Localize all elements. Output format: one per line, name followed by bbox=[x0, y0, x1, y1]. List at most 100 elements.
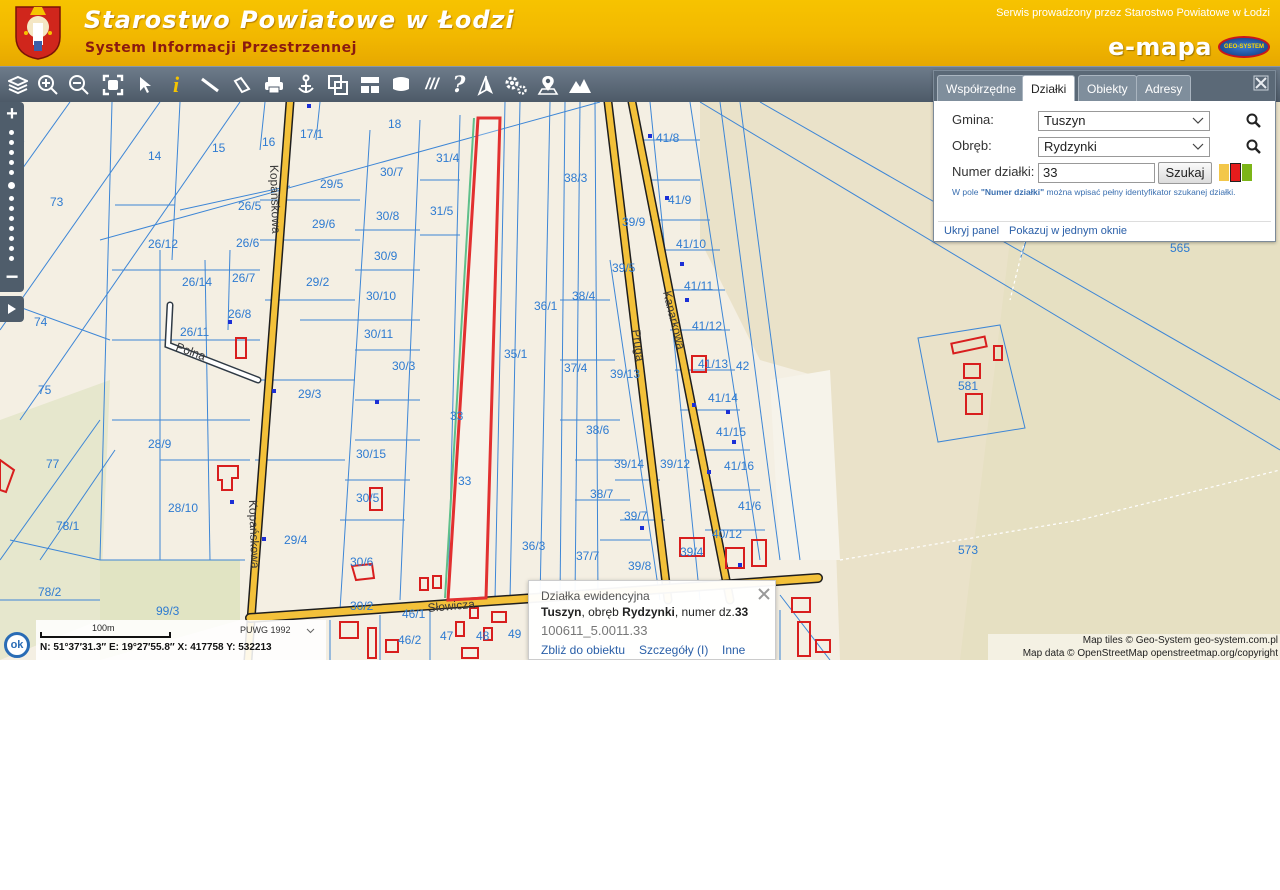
tab-obiekty[interactable]: Obiekty bbox=[1078, 75, 1137, 101]
gmina-search-icon[interactable] bbox=[1246, 113, 1262, 129]
svg-text:41/16: 41/16 bbox=[724, 459, 754, 473]
hatch-icon[interactable]: /// bbox=[420, 72, 444, 98]
svg-text:78/1: 78/1 bbox=[56, 519, 80, 533]
chevron-down-icon bbox=[1192, 117, 1204, 124]
zoom-level-dot[interactable] bbox=[9, 170, 14, 175]
svg-text:573: 573 bbox=[958, 543, 978, 557]
obreb-select[interactable]: Rydzynki bbox=[1038, 137, 1210, 157]
zoom-level-dot[interactable] bbox=[9, 206, 14, 211]
highlight-color-yellow[interactable] bbox=[1219, 164, 1229, 181]
zoom-level-dot[interactable] bbox=[9, 150, 14, 155]
shape-icon[interactable] bbox=[389, 72, 413, 98]
highlight-color-red[interactable] bbox=[1230, 163, 1241, 182]
crs-select[interactable]: PUWG 1992 bbox=[240, 625, 291, 635]
svg-text:33: 33 bbox=[458, 474, 472, 488]
other-link[interactable]: Inne bbox=[722, 643, 745, 657]
scale-and-coordinates: 100m PUWG 1992 N: 51°37′31.3″ E: 19°27′5… bbox=[36, 620, 326, 660]
numer-dzialki-input[interactable]: 33 bbox=[1038, 163, 1155, 183]
tab-wspolrzedne[interactable]: Współrzędne bbox=[937, 75, 1026, 101]
zoom-in-icon[interactable] bbox=[36, 72, 60, 98]
measure-distance-icon[interactable] bbox=[198, 72, 222, 98]
highlight-color-green[interactable] bbox=[1242, 164, 1252, 181]
layout-icon[interactable] bbox=[358, 72, 382, 98]
zoom-level-dot[interactable] bbox=[9, 160, 14, 165]
terrain-icon[interactable] bbox=[568, 72, 592, 98]
tab-adresy[interactable]: Adresy bbox=[1136, 75, 1192, 101]
zoom-in-button[interactable]: + bbox=[2, 104, 22, 125]
svg-text:74: 74 bbox=[34, 315, 48, 329]
copy-icon[interactable] bbox=[326, 72, 350, 98]
expand-panel-button[interactable] bbox=[0, 296, 24, 322]
zoom-level-dot[interactable] bbox=[9, 226, 14, 231]
svg-text:565: 565 bbox=[1170, 241, 1190, 255]
zoom-level-dot[interactable] bbox=[9, 216, 14, 221]
measure-area-icon[interactable] bbox=[230, 72, 254, 98]
tiles-attribution[interactable]: Map tiles © Geo-System geo-system.com.pl bbox=[988, 634, 1278, 647]
zoom-level-dot[interactable] bbox=[9, 246, 14, 251]
svg-text:49: 49 bbox=[508, 627, 522, 641]
zoom-level-dot[interactable] bbox=[9, 196, 14, 201]
obreb-search-icon[interactable] bbox=[1246, 139, 1262, 155]
zoom-control: + − bbox=[0, 102, 24, 292]
marker-icon[interactable] bbox=[536, 72, 560, 98]
emapa-brand-text: e-mapa bbox=[1108, 33, 1212, 61]
svg-text:26/11: 26/11 bbox=[180, 325, 209, 339]
svg-text:581: 581 bbox=[958, 379, 978, 393]
anchor-icon[interactable] bbox=[294, 72, 318, 98]
close-icon[interactable] bbox=[1253, 75, 1269, 91]
zoom-out-button[interactable]: − bbox=[2, 266, 22, 289]
obreb-select-value: Rydzynki bbox=[1044, 139, 1097, 154]
chevron-down-icon[interactable] bbox=[306, 626, 315, 635]
single-window-link[interactable]: Pokazuj w jednym oknie bbox=[1009, 225, 1127, 237]
hide-panel-link[interactable]: Ukryj panel bbox=[944, 225, 999, 237]
popup-sep2: , numer dz. bbox=[674, 605, 735, 619]
zoom-extent-icon[interactable] bbox=[101, 72, 125, 98]
settings-icon[interactable] bbox=[504, 72, 528, 98]
svg-text:47: 47 bbox=[440, 629, 454, 643]
layers-icon[interactable] bbox=[6, 72, 30, 98]
svg-text:30/3: 30/3 bbox=[392, 359, 416, 373]
ok-button[interactable]: ok bbox=[4, 632, 30, 658]
svg-text:36/3: 36/3 bbox=[522, 539, 546, 553]
emapa-logo[interactable]: e-mapa GEO-SYSTEM bbox=[1108, 33, 1270, 61]
data-attribution[interactable]: Map data © OpenStreetMap openstreetmap.o… bbox=[988, 647, 1278, 660]
zoom-level-dot[interactable] bbox=[9, 236, 14, 241]
svg-text:Kopańskowa: Kopańskowa bbox=[267, 165, 283, 234]
obreb-label: Obręb: bbox=[952, 138, 992, 153]
svg-text:46/1: 46/1 bbox=[402, 607, 426, 621]
zoom-level-dot-active[interactable] bbox=[8, 182, 15, 189]
svg-text:16: 16 bbox=[262, 135, 276, 149]
zoom-level-dot[interactable] bbox=[9, 140, 14, 145]
svg-text:38/4: 38/4 bbox=[572, 289, 596, 303]
info-icon[interactable]: i bbox=[164, 72, 188, 98]
svg-text:28/10: 28/10 bbox=[168, 501, 198, 515]
search-button[interactable]: Szukaj bbox=[1158, 162, 1212, 184]
print-icon[interactable] bbox=[262, 72, 286, 98]
svg-text:30/7: 30/7 bbox=[380, 165, 404, 179]
parcel-popup: Działka ewidencyjna Tuszyn, obręb Rydzyn… bbox=[528, 580, 776, 660]
svg-text:37/4: 37/4 bbox=[564, 361, 588, 375]
svg-text:30/9: 30/9 bbox=[374, 249, 398, 263]
svg-text:39/8: 39/8 bbox=[628, 559, 652, 573]
gmina-select-value: Tuszyn bbox=[1044, 113, 1086, 128]
svg-text:38/3: 38/3 bbox=[564, 171, 588, 185]
north-arrow-icon[interactable] bbox=[474, 72, 498, 98]
zoom-level-dot[interactable] bbox=[9, 256, 14, 261]
svg-text:41/12: 41/12 bbox=[692, 319, 722, 333]
close-icon[interactable] bbox=[757, 587, 771, 601]
pointer-icon[interactable] bbox=[133, 72, 157, 98]
zoom-out-icon[interactable] bbox=[67, 72, 91, 98]
zoom-level-dot[interactable] bbox=[9, 130, 14, 135]
svg-text:41/13: 41/13 bbox=[698, 357, 728, 371]
page-subtitle: System Informacji Przestrzennej bbox=[85, 40, 357, 56]
svg-text:26/5: 26/5 bbox=[238, 199, 262, 213]
help-icon[interactable]: ? bbox=[447, 72, 471, 98]
svg-text:39/12: 39/12 bbox=[660, 457, 690, 471]
gmina-select[interactable]: Tuszyn bbox=[1038, 111, 1210, 131]
zoom-to-object-link[interactable]: Zbliż do obiektu bbox=[541, 643, 625, 657]
map-attribution: Map tiles © Geo-System geo-system.com.pl… bbox=[988, 634, 1280, 660]
coat-of-arms-logo bbox=[12, 3, 64, 61]
details-link[interactable]: Szczegóły (I) bbox=[639, 643, 708, 657]
svg-text:36/1: 36/1 bbox=[534, 299, 558, 313]
tab-dzialki[interactable]: Działki bbox=[1022, 75, 1076, 101]
